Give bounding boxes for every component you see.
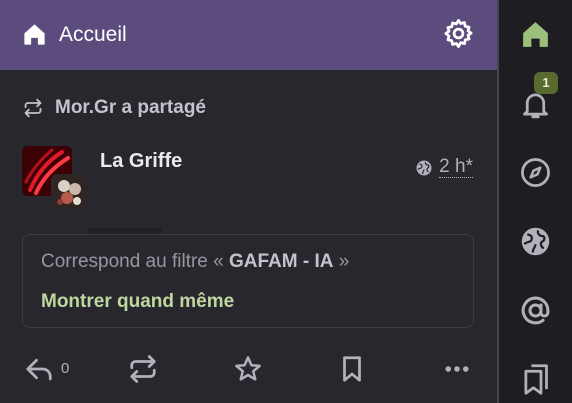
reblog-text: Mor.Gr a partagé xyxy=(55,97,206,118)
notification-badge: 1 xyxy=(534,72,558,94)
gear-icon[interactable] xyxy=(442,17,475,50)
repeat-icon xyxy=(24,98,42,118)
filter-warning: Correspond au filtre « GAFAM - IA » Mont… xyxy=(22,234,474,328)
reply-count: 0 xyxy=(61,360,70,377)
column-title[interactable]: Accueil xyxy=(59,21,127,48)
reply-icon[interactable] xyxy=(24,354,54,384)
author-name[interactable]: La Griffe xyxy=(100,150,182,173)
compass-icon[interactable] xyxy=(519,156,552,189)
more-icon[interactable] xyxy=(442,354,472,384)
flowers-image xyxy=(52,175,85,208)
globe-icon[interactable] xyxy=(519,225,552,258)
navigation-sidebar xyxy=(499,0,572,403)
bookmark-icon[interactable] xyxy=(337,354,367,384)
show-anyway-button[interactable]: Montrer quand même xyxy=(41,291,234,313)
column-header: Accueil xyxy=(0,0,497,70)
reblogger-avatar[interactable] xyxy=(51,174,86,209)
post-meta[interactable]: 2 h* xyxy=(415,157,473,178)
at-icon[interactable] xyxy=(519,294,552,327)
globe-icon xyxy=(416,160,432,175)
post-time[interactable]: 2 h* xyxy=(439,157,473,178)
home-icon[interactable] xyxy=(21,21,48,48)
post-actions: 0 xyxy=(0,350,497,388)
boost-icon[interactable] xyxy=(128,354,158,384)
star-icon[interactable] xyxy=(233,354,263,384)
timeline-column: Accueil Mor.Gr a partagé La Griffe 2 h* … xyxy=(0,0,497,403)
filter-message: Correspond au filtre « GAFAM - IA » xyxy=(41,251,350,272)
reblog-indicator[interactable]: Mor.Gr a partagé xyxy=(23,97,206,119)
home-icon[interactable] xyxy=(519,18,552,51)
bookmarks-icon[interactable] xyxy=(519,363,552,396)
filter-keyword: GAFAM - IA xyxy=(229,251,334,272)
